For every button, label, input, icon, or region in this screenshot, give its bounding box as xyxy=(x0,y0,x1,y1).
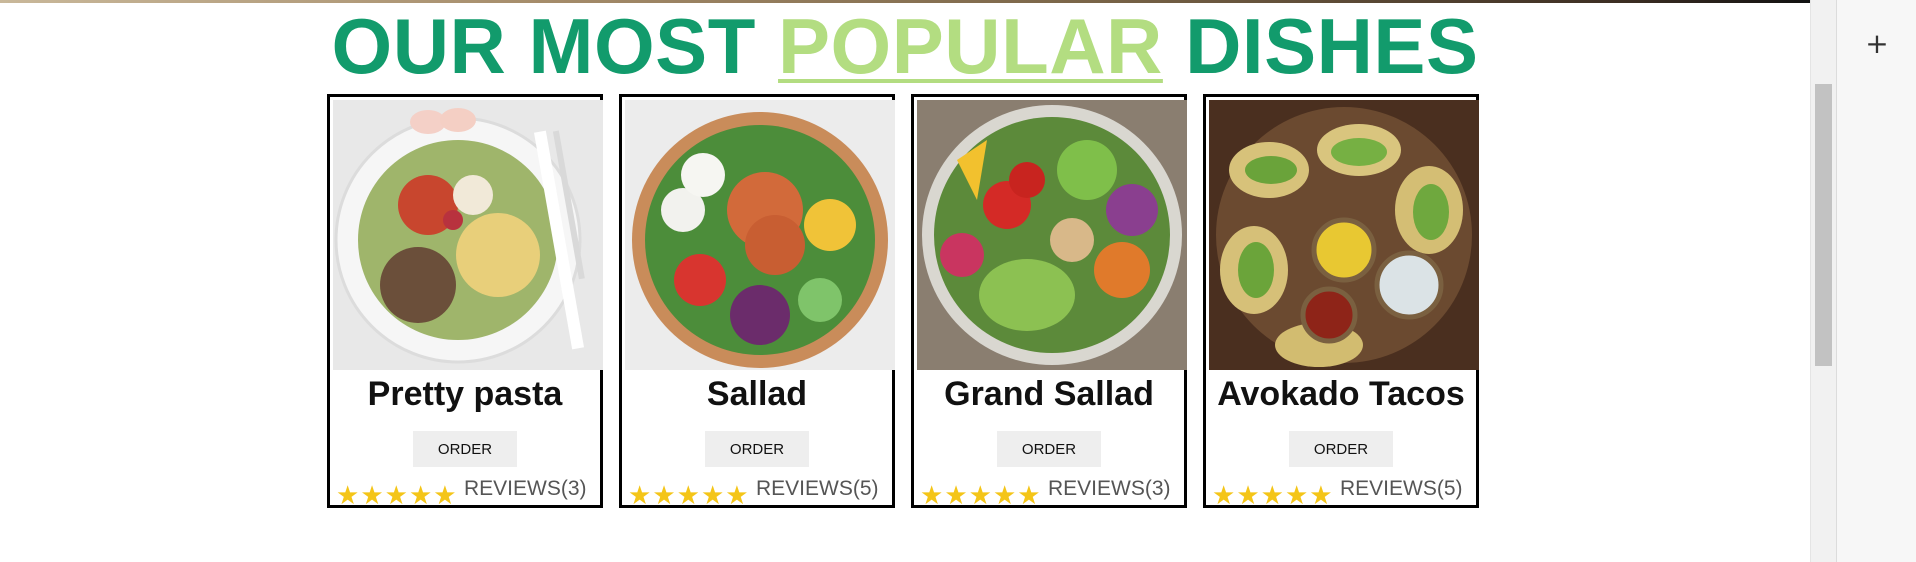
star-icon: ★ xyxy=(920,480,944,510)
stars: ★ ★ ★ ★ ★ xyxy=(1212,482,1334,508)
star-icon: ★ xyxy=(944,480,968,510)
stars: ★ ★ ★ ★ ★ xyxy=(336,482,458,508)
star-icon: ★ xyxy=(433,480,457,510)
star-rating: ★ ★ ★ ★ ★ xyxy=(1212,480,1334,510)
vertical-scrollbar[interactable] xyxy=(1810,0,1836,562)
side-panel: + xyxy=(1836,0,1916,562)
stars: ★ ★ ★ ★ ★ xyxy=(628,482,750,508)
dish-photo xyxy=(1209,100,1479,370)
star-icon: ★ xyxy=(408,480,433,510)
stars: ★ ★ ★ ★ ★ xyxy=(920,482,1042,508)
dish-card: Avokado Tacos ORDER ★ ★ ★ ★ ★ REVIEWS(5) xyxy=(1203,94,1479,508)
dish-card: Sallad ORDER ★ ★ ★ ★ ★ REVIEWS(5) xyxy=(619,94,895,508)
star-icon: ★ xyxy=(725,480,749,510)
dish-name: Pretty pasta xyxy=(367,375,563,413)
dish-card: Grand Sallad ORDER ★ ★ ★ ★ ★ REVIEWS(3) xyxy=(911,94,1187,508)
star-icon: ★ xyxy=(1309,480,1333,510)
dish-photo xyxy=(333,100,603,370)
reviews-link[interactable]: REVIEWS(3) xyxy=(464,476,587,502)
dish-name: Sallad xyxy=(706,375,808,413)
order-button[interactable]: ORDER xyxy=(705,431,809,467)
star-icon: ★ xyxy=(992,480,1017,510)
dish-photo xyxy=(625,100,895,370)
star-icon: ★ xyxy=(384,480,408,510)
star-icon: ★ xyxy=(1212,480,1236,510)
star-rating: ★ ★ ★ ★ ★ xyxy=(920,480,1042,510)
star-icon: ★ xyxy=(628,480,652,510)
heading-accent: POPULAR xyxy=(778,2,1163,90)
heading-part-2: DISHES xyxy=(1185,2,1479,90)
add-icon[interactable]: + xyxy=(1861,28,1893,60)
star-icon: ★ xyxy=(676,480,700,510)
star-icon: ★ xyxy=(1017,480,1041,510)
star-icon: ★ xyxy=(968,480,992,510)
page-content: OUR MOST POPULAR DISHES Pretty pasta ORD… xyxy=(0,0,1810,562)
star-icon: ★ xyxy=(1260,480,1284,510)
star-icon: ★ xyxy=(1284,480,1309,510)
star-icon: ★ xyxy=(700,480,725,510)
scrollbar-thumb[interactable] xyxy=(1815,84,1832,366)
order-button[interactable]: ORDER xyxy=(1289,431,1393,467)
order-button[interactable]: ORDER xyxy=(413,431,517,467)
dish-name: Grand Sallad xyxy=(944,375,1154,413)
star-icon: ★ xyxy=(652,480,676,510)
section-heading: OUR MOST POPULAR DISHES xyxy=(0,2,1810,90)
dish-photo xyxy=(917,100,1187,370)
reviews-link[interactable]: REVIEWS(5) xyxy=(1340,476,1463,502)
order-button[interactable]: ORDER xyxy=(997,431,1101,467)
dish-name: Avokado Tacos xyxy=(1217,375,1465,413)
heading-part-1: OUR MOST xyxy=(331,2,756,90)
reviews-link[interactable]: REVIEWS(5) xyxy=(756,476,879,502)
reviews-link[interactable]: REVIEWS(3) xyxy=(1048,476,1171,502)
dish-card: Pretty pasta ORDER ★ ★ ★ ★ ★ REVIEWS(3) xyxy=(327,94,603,508)
star-icon: ★ xyxy=(1236,480,1260,510)
star-icon: ★ xyxy=(336,480,360,510)
star-rating: ★ ★ ★ ★ ★ xyxy=(336,480,458,510)
star-icon: ★ xyxy=(360,480,384,510)
star-rating: ★ ★ ★ ★ ★ xyxy=(628,480,750,510)
